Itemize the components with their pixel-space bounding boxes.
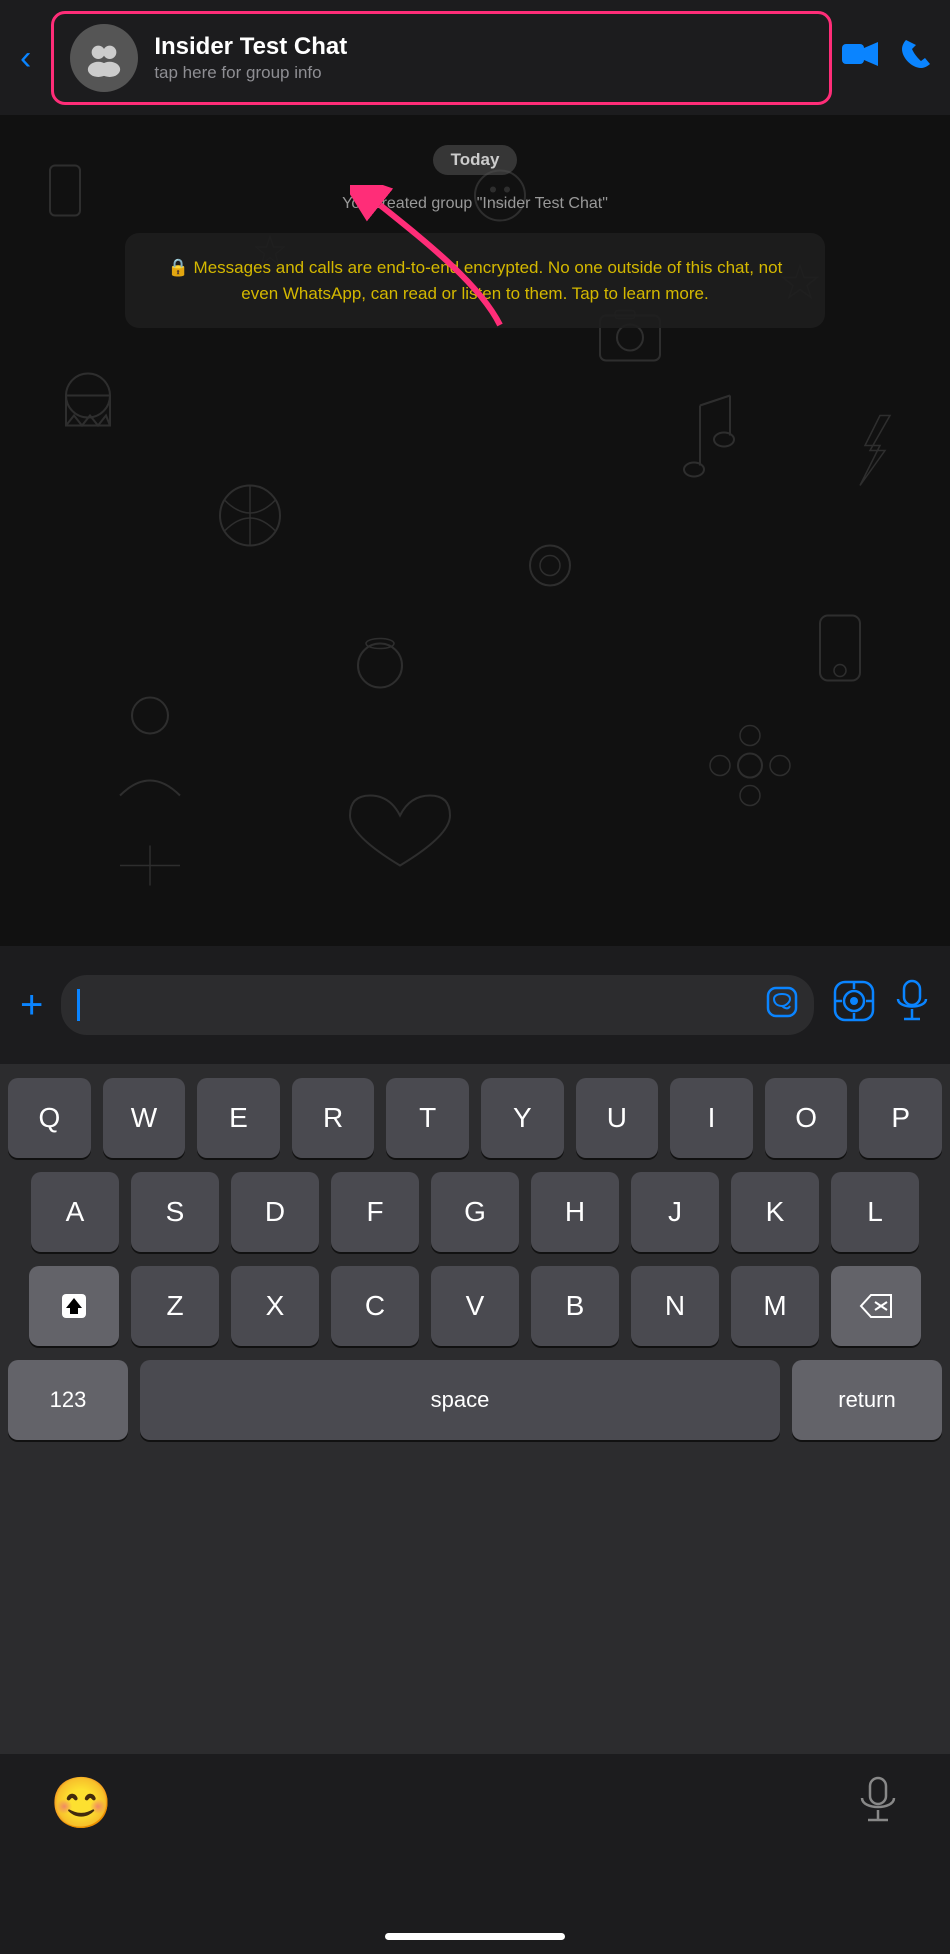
keyboard-row-1: Q W E R T Y U I O P [8,1078,942,1158]
shift-key[interactable] [29,1266,119,1346]
key-p[interactable]: P [859,1078,942,1158]
key-e[interactable]: E [197,1078,280,1158]
key-a[interactable]: A [31,1172,119,1252]
numbers-key[interactable]: 123 [8,1360,128,1440]
system-message: You created group "Insider Test Chat" [342,195,608,213]
keyboard-bottom-bar: 😊 [0,1754,950,1954]
key-m[interactable]: M [731,1266,819,1346]
group-subtitle: tap here for group info [154,63,347,83]
keyboard-row-3: Z X C V B N M [8,1266,942,1346]
key-h[interactable]: H [531,1172,619,1252]
key-i[interactable]: I [670,1078,753,1158]
key-x[interactable]: X [231,1266,319,1346]
back-button[interactable]: ‹ [20,41,31,75]
return-key[interactable]: return [792,1360,942,1440]
key-w[interactable]: W [103,1078,186,1158]
key-k[interactable]: K [731,1172,819,1252]
key-q[interactable]: Q [8,1078,91,1158]
key-o[interactable]: O [765,1078,848,1158]
date-badge: Today [433,145,518,175]
key-d[interactable]: D [231,1172,319,1252]
phone-call-button[interactable] [900,38,930,78]
text-cursor [77,989,80,1021]
emoji-button[interactable]: 😊 [50,1774,112,1833]
keyboard-rows: Q W E R T Y U I O P A S D F G H J K L [0,1064,950,1754]
key-z[interactable]: Z [131,1266,219,1346]
voice-message-button[interactable] [894,979,930,1032]
keyboard-row-4: 123 space return [8,1360,942,1440]
key-c[interactable]: C [331,1266,419,1346]
space-key[interactable]: space [140,1360,780,1440]
sticker-button[interactable] [766,986,798,1025]
keyboard-row-2: A S D F G H J K L [8,1172,942,1252]
key-y[interactable]: Y [481,1078,564,1158]
camera-scan-button[interactable] [832,979,876,1031]
attachment-button[interactable]: + [20,985,43,1025]
key-g[interactable]: G [431,1172,519,1252]
key-l[interactable]: L [831,1172,919,1252]
group-info-button[interactable]: Insider Test Chat tap here for group inf… [51,11,832,105]
dictation-button[interactable] [856,1774,900,1837]
chat-area: Today You created group "Insider Test Ch… [0,115,950,946]
encryption-notice[interactable]: 🔒 Messages and calls are end-to-end encr… [125,233,825,328]
key-v[interactable]: V [431,1266,519,1346]
key-t[interactable]: T [386,1078,469,1158]
key-j[interactable]: J [631,1172,719,1252]
key-n[interactable]: N [631,1266,719,1346]
message-input[interactable] [61,975,814,1035]
key-b[interactable]: B [531,1266,619,1346]
keyboard: Q W E R T Y U I O P A S D F G H J K L [0,1064,950,1954]
chat-content: Today You created group "Insider Test Ch… [20,145,930,328]
video-call-button[interactable] [842,40,878,76]
header: ‹ Insider Test Chat tap here for group i… [0,0,950,115]
key-f[interactable]: F [331,1172,419,1252]
key-r[interactable]: R [292,1078,375,1158]
delete-key[interactable] [831,1266,921,1346]
key-s[interactable]: S [131,1172,219,1252]
group-text: Insider Test Chat tap here for group inf… [154,33,347,83]
key-u[interactable]: U [576,1078,659,1158]
group-avatar [70,24,138,92]
input-bar: + [0,946,950,1064]
header-icons [842,38,930,78]
home-indicator [385,1933,565,1940]
group-name: Insider Test Chat [154,33,347,61]
